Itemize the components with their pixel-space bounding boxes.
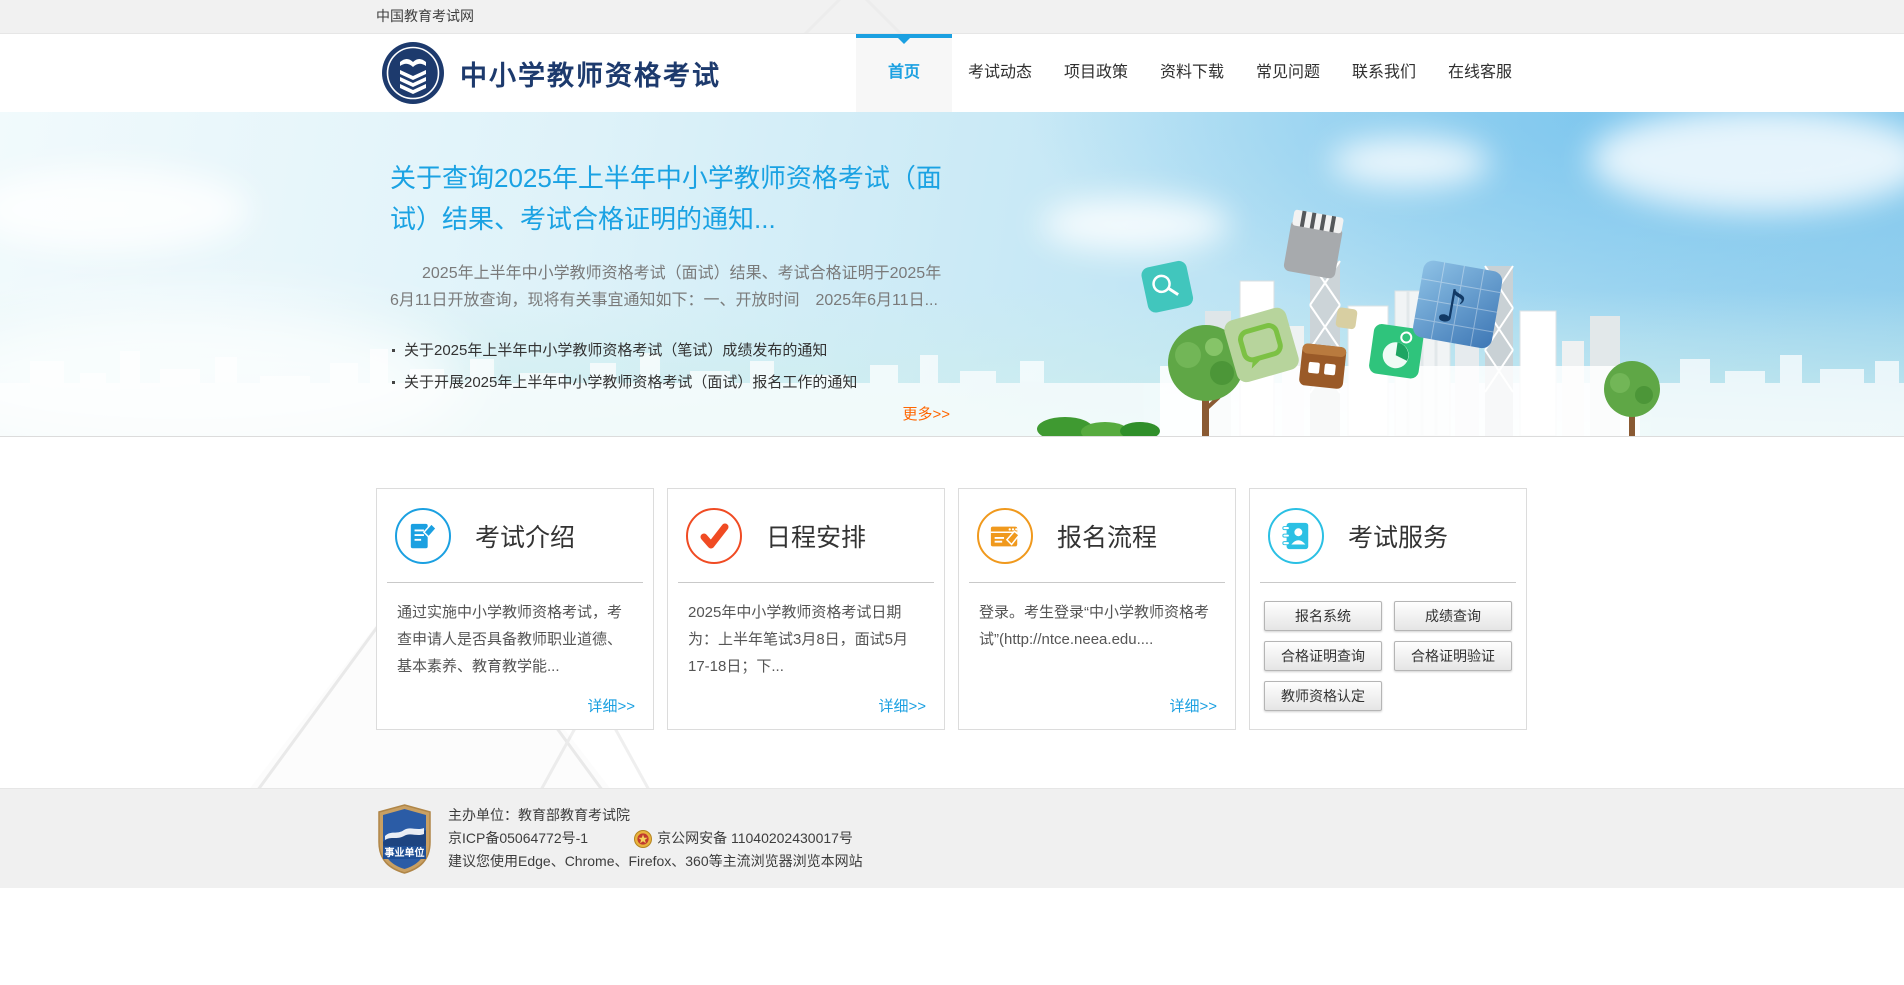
- header: 中小学教师资格考试 首页 考试动态 项目政策 资料下载 常见问题 联系我们 在线…: [0, 34, 1904, 112]
- detail-link[interactable]: 详细>>: [878, 695, 926, 716]
- more-link[interactable]: 更多>>: [902, 406, 950, 423]
- score-query-button[interactable]: 成绩查询: [1394, 601, 1512, 631]
- featured-notice-summary: 2025年上半年中小学教师资格考试（面试）结果、考试合格证明于2025年6月11…: [390, 265, 942, 309]
- detail-link[interactable]: 详细>>: [1169, 695, 1217, 716]
- main-nav: 首页 考试动态 项目政策 资料下载 常见问题 联系我们 在线客服: [856, 34, 1528, 112]
- nav-item-exam-news[interactable]: 考试动态: [952, 34, 1048, 112]
- service-book-icon: [1268, 507, 1324, 564]
- brand[interactable]: 中小学教师资格考试: [376, 34, 721, 112]
- top-utility-bar: 中国教育考试网: [0, 0, 1904, 34]
- footer-browser-tip: 建议您使用Edge、Chrome、Firefox、360等主流浏览器浏览本网站: [448, 853, 863, 869]
- nav-item-contact[interactable]: 联系我们: [1336, 34, 1432, 112]
- exam-intro-icon: [395, 507, 451, 564]
- schedule-check-icon: [686, 507, 742, 564]
- hero-banner: ♪ 关于查询2025年上半年中小学教师资格考试（面试）结果、考试合格证明的通知.…: [0, 112, 1904, 437]
- badge-label: 事业单位: [385, 846, 425, 859]
- card-body-text: 通过实施中小学教师资格考试，考查申请人是否具备教师职业道德、基本素养、教育教学能…: [397, 604, 623, 675]
- card-body-text: 2025年中小学教师资格考试日期为：上半年笔试3月8日，面试5月17-18日；下…: [688, 604, 909, 675]
- detail-link[interactable]: 详细>>: [587, 695, 635, 716]
- card-body-text: 登录。考生登录“中小学教师资格考试”(http://ntce.neea.edu.…: [979, 604, 1209, 648]
- footer-police-text: 京公网安备 11040202430017号: [657, 830, 853, 846]
- card-title: 考试服务: [1348, 523, 1449, 552]
- certificate-verify-button[interactable]: 合格证明验证: [1394, 641, 1512, 671]
- footer: 事业单位 主办单位：教育部教育考试院 京ICP备05064772号-1 京公网安…: [0, 788, 1904, 888]
- nav-item-policies[interactable]: 项目政策: [1048, 34, 1144, 112]
- footer-organizer: 主办单位：教育部教育考试院: [448, 807, 630, 823]
- police-badge-icon: [634, 829, 653, 848]
- service-buttons: 报名系统 成绩查询 合格证明查询 合格证明验证 教师资格认定: [1264, 601, 1514, 711]
- news-item: 关于2025年上半年中小学教师资格考试（笔试）成绩发布的通知: [390, 338, 950, 363]
- cards-section: 考试介绍 通过实施中小学教师资格考试，考查申请人是否具备教师职业道德、基本素养、…: [0, 437, 1904, 788]
- nav-item-home[interactable]: 首页: [856, 34, 952, 112]
- nav-item-online-service[interactable]: 在线客服: [1432, 34, 1528, 112]
- institution-badge-icon: 事业单位: [378, 803, 431, 874]
- news-link[interactable]: 关于开展2025年上半年中小学教师资格考试（面试）报名工作的通知: [404, 374, 857, 391]
- news-list: 关于2025年上半年中小学教师资格考试（笔试）成绩发布的通知 关于开展2025年…: [390, 338, 950, 395]
- certificate-query-button[interactable]: 合格证明查询: [1264, 641, 1382, 671]
- footer-icp: 京ICP备05064772号-1: [448, 830, 589, 846]
- card-title: 日程安排: [766, 523, 867, 552]
- nav-item-faq[interactable]: 常见问题: [1240, 34, 1336, 112]
- card-registration-flow: 报名流程 登录。考生登录“中小学教师资格考试”(http://ntce.neea…: [958, 488, 1236, 730]
- news-item: 关于开展2025年上半年中小学教师资格考试（面试）报名工作的通知: [390, 370, 950, 395]
- site-name-link[interactable]: 中国教育考试网: [376, 0, 474, 33]
- card-schedule: 日程安排 2025年中小学教师资格考试日期为：上半年笔试3月8日，面试5月17-…: [667, 488, 945, 730]
- card-exam-intro: 考试介绍 通过实施中小学教师资格考试，考查申请人是否具备教师职业道德、基本素养、…: [376, 488, 654, 730]
- card-title: 考试介绍: [475, 523, 576, 552]
- registration-system-button[interactable]: 报名系统: [1264, 601, 1382, 631]
- card-title: 报名流程: [1057, 523, 1158, 552]
- featured-notice-title[interactable]: 关于查询2025年上半年中小学教师资格考试（面试）结果、考试合格证明的通知...: [390, 158, 950, 240]
- nav-item-downloads[interactable]: 资料下载: [1144, 34, 1240, 112]
- registration-form-icon: [977, 507, 1033, 564]
- footer-police-link[interactable]: 京公网安备 11040202430017号: [634, 827, 853, 850]
- news-link[interactable]: 关于2025年上半年中小学教师资格考试（笔试）成绩发布的通知: [404, 342, 827, 359]
- divider: [1260, 582, 1516, 583]
- card-exam-services: 考试服务 报名系统 成绩查询 合格证明查询 合格证明验证 教师资格认定: [1249, 488, 1527, 730]
- site-logo-icon: [382, 42, 444, 104]
- teacher-accreditation-button[interactable]: 教师资格认定: [1264, 681, 1382, 711]
- site-title: 中小学教师资格考试: [460, 60, 721, 91]
